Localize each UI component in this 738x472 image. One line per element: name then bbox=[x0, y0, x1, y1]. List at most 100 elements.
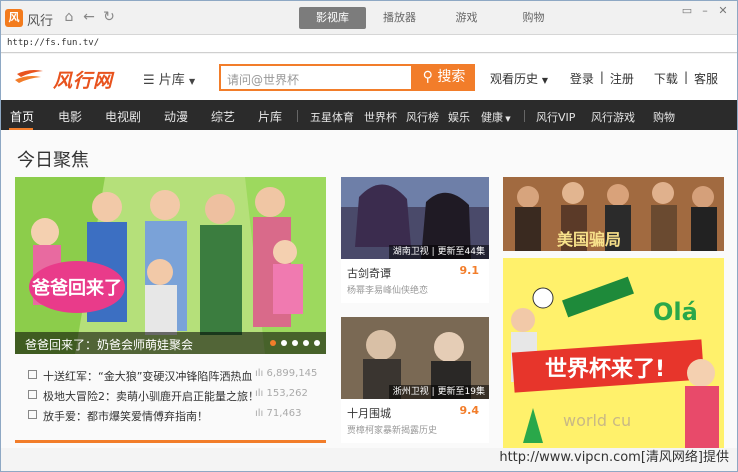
news-count: ılı 153,262 bbox=[255, 388, 308, 399]
news-title[interactable]: 十送红军：“金大狼”变硬汉冲锋陷阵洒热血 bbox=[43, 368, 252, 384]
minimize-icon[interactable]: – bbox=[699, 5, 711, 17]
video-thumbnail[interactable]: 浙州卫视 | 更新至19集 bbox=[341, 317, 489, 399]
download-link[interactable]: 下载 bbox=[651, 70, 681, 87]
nav-charts[interactable]: 风行榜 bbox=[406, 109, 439, 125]
nav-fx-games[interactable]: 风行游戏 bbox=[591, 109, 635, 125]
slide-dot-2[interactable] bbox=[281, 340, 287, 346]
banner-image: 爸爸回来了 bbox=[15, 177, 326, 354]
refresh-icon[interactable]: ↻ bbox=[101, 9, 117, 25]
top-tabs: 影视库 播放器 游戏 购物 bbox=[299, 7, 567, 29]
featured-banner[interactable]: 爸爸回来了 爸爸回来了：奶爸会师萌娃聚会 bbox=[15, 177, 326, 354]
news-item[interactable]: 十送红军：“金大狼”变硬汉冲锋陷阵洒热血 ılı 6,899,145 bbox=[15, 367, 326, 387]
nav-home[interactable]: 首页 bbox=[10, 108, 34, 125]
nav-library[interactable]: 片库 bbox=[258, 108, 282, 125]
news-title[interactable]: 放手爱：都市爆笑爱情傅弃指南！ bbox=[43, 408, 208, 424]
nav-entertainment[interactable]: 娱乐 bbox=[448, 109, 470, 125]
swoosh-logo-icon bbox=[15, 70, 43, 83]
promo-american-hustle[interactable]: 美国骗局 bbox=[503, 177, 724, 251]
nav-sports[interactable]: 五星体育 bbox=[310, 109, 354, 125]
support-link[interactable]: 客服 bbox=[691, 70, 721, 87]
address-url[interactable]: http://fs.fun.tv/ bbox=[7, 38, 99, 48]
news-count-value: 71,463 bbox=[266, 408, 302, 419]
slide-dot-4[interactable] bbox=[303, 340, 309, 346]
channel-tag: 浙州卫视 | 更新至19集 bbox=[388, 385, 489, 399]
section-underline bbox=[15, 440, 326, 443]
slide-dot-1[interactable] bbox=[270, 340, 276, 346]
news-count: ılı 6,899,145 bbox=[255, 368, 318, 379]
category-dropdown[interactable]: ☰ 片库 ▼ bbox=[143, 69, 195, 88]
nav-vip[interactable]: 风行VIP bbox=[536, 109, 575, 125]
promo-ola-text: Olá bbox=[653, 298, 698, 326]
video-card[interactable]: 浙州卫视 | 更新至19集 十月围城 9.4 贾樟柯家暴新揭露历史 bbox=[341, 317, 489, 443]
site-header: 风行网 ☰ 片库 ▼ 请问@世界杯 ⚲ 搜索 观看历史 ▼ 登录 | 注册 下载… bbox=[1, 54, 737, 100]
news-count-value: 6,899,145 bbox=[266, 368, 318, 379]
nav-variety[interactable]: 综艺 bbox=[211, 108, 235, 125]
back-icon[interactable]: ← bbox=[81, 9, 97, 25]
slide-dot-3[interactable] bbox=[292, 340, 298, 346]
channel-tag: 湖南卫视 | 更新至44集 bbox=[388, 245, 489, 259]
web-page: 风行网 ☰ 片库 ▼ 请问@世界杯 ⚲ 搜索 观看历史 ▼ 登录 | 注册 下载… bbox=[1, 54, 737, 448]
watermark: http://www.vipcn.com[清风网络]提供 bbox=[499, 450, 729, 465]
tab-movie-library[interactable]: 影视库 bbox=[299, 7, 366, 29]
watch-history-label: 观看历史 bbox=[490, 72, 539, 86]
app-window: 风 风行 ⌂ ← ↻ 影视库 播放器 游戏 购物 ▭ – ✕ http://fs… bbox=[0, 0, 738, 472]
chevron-down-icon: ▼ bbox=[541, 76, 548, 85]
tab-games[interactable]: 游戏 bbox=[433, 7, 500, 29]
app-name: 风行 bbox=[27, 14, 54, 29]
register-link[interactable]: 注册 bbox=[607, 70, 637, 87]
nav-movies[interactable]: 电影 bbox=[58, 108, 82, 125]
news-list: 十送红军：“金大狼”变硬汉冲锋陷阵洒热血 ılı 6,899,145 极地大冒险… bbox=[15, 367, 326, 427]
banner-caption: 爸爸回来了：奶爸会师萌娃聚会 bbox=[25, 338, 194, 352]
banner-caption-bar: 爸爸回来了：奶爸会师萌娃聚会 bbox=[15, 332, 326, 354]
menu-icon[interactable]: ▭ bbox=[681, 5, 693, 17]
nav-worldcup[interactable]: 世界杯 bbox=[364, 109, 397, 125]
news-count-value: 153,262 bbox=[266, 388, 308, 399]
search-button[interactable]: ⚲ 搜索 bbox=[413, 64, 475, 91]
site-logo-text: 风行网 bbox=[53, 70, 114, 92]
tab-player[interactable]: 播放器 bbox=[366, 7, 433, 29]
list-icon: ☰ bbox=[143, 73, 155, 88]
banner-art-text: 爸爸回来了 bbox=[31, 277, 122, 299]
chevron-down-icon: ▼ bbox=[503, 115, 511, 123]
video-title[interactable]: 十月围城 bbox=[347, 405, 391, 421]
login-link[interactable]: 登录 bbox=[567, 70, 597, 87]
section-title: 今日聚焦 bbox=[17, 150, 89, 171]
address-bar[interactable]: http://fs.fun.tv/ bbox=[1, 35, 737, 53]
slide-dot-5[interactable] bbox=[314, 340, 320, 346]
search-placeholder: 请问@世界杯 bbox=[227, 73, 300, 87]
nav-health[interactable]: 健康 ▼ bbox=[481, 109, 511, 125]
play-icon bbox=[28, 410, 37, 419]
link-separator: | bbox=[683, 70, 688, 84]
promo-wc-text: world cu bbox=[563, 411, 631, 430]
title-bar: 风 风行 ⌂ ← ↻ 影视库 播放器 游戏 购物 ▭ – ✕ bbox=[1, 1, 737, 35]
promo-image: 美国骗局 bbox=[503, 177, 724, 251]
nav-tv[interactable]: 电视剧 bbox=[105, 108, 141, 125]
video-thumbnail[interactable]: 湖南卫视 | 更新至44集 bbox=[341, 177, 489, 259]
video-score: 9.4 bbox=[459, 404, 480, 417]
search-icon: ⚲ bbox=[422, 69, 433, 85]
slide-dots bbox=[270, 340, 320, 346]
video-title[interactable]: 古剑奇谭 bbox=[347, 265, 391, 281]
nav-health-label: 健康 bbox=[481, 111, 503, 124]
news-item[interactable]: 放手爱：都市爆笑爱情傅弃指南！ ılı 71,463 bbox=[15, 407, 326, 427]
video-desc: 贾樟柯家暴新揭露历史 bbox=[347, 426, 438, 436]
search-input[interactable]: 请问@世界杯 bbox=[219, 64, 413, 91]
promo-title: 世界杯来了! bbox=[545, 357, 665, 382]
news-item[interactable]: 极地大冒险2：卖萌小驯鹿开启正能量之旅！ ılı 153,262 bbox=[15, 387, 326, 407]
nav-anime[interactable]: 动漫 bbox=[164, 108, 188, 125]
watch-history[interactable]: 观看历史 ▼ bbox=[490, 70, 548, 87]
news-title[interactable]: 极地大冒险2：卖萌小驯鹿开启正能量之旅！ bbox=[43, 388, 259, 404]
link-separator: | bbox=[599, 70, 604, 84]
nav-shopping[interactable]: 购物 bbox=[653, 109, 675, 125]
promo-title: 美国骗局 bbox=[557, 230, 621, 249]
video-card[interactable]: 湖南卫视 | 更新至44集 古剑奇谭 9.1 杨幂李易峰仙侠绝恋 bbox=[341, 177, 489, 303]
tab-shopping[interactable]: 购物 bbox=[500, 7, 567, 29]
promo-worldcup[interactable]: Olá 世界杯来了! world cu bbox=[503, 258, 724, 448]
news-count: ılı 71,463 bbox=[255, 408, 302, 419]
close-icon[interactable]: ✕ bbox=[717, 5, 729, 17]
home-icon[interactable]: ⌂ bbox=[61, 9, 77, 25]
nav-separator bbox=[524, 110, 525, 122]
site-logo[interactable]: 风行网 bbox=[15, 64, 125, 92]
play-icon bbox=[28, 390, 37, 399]
